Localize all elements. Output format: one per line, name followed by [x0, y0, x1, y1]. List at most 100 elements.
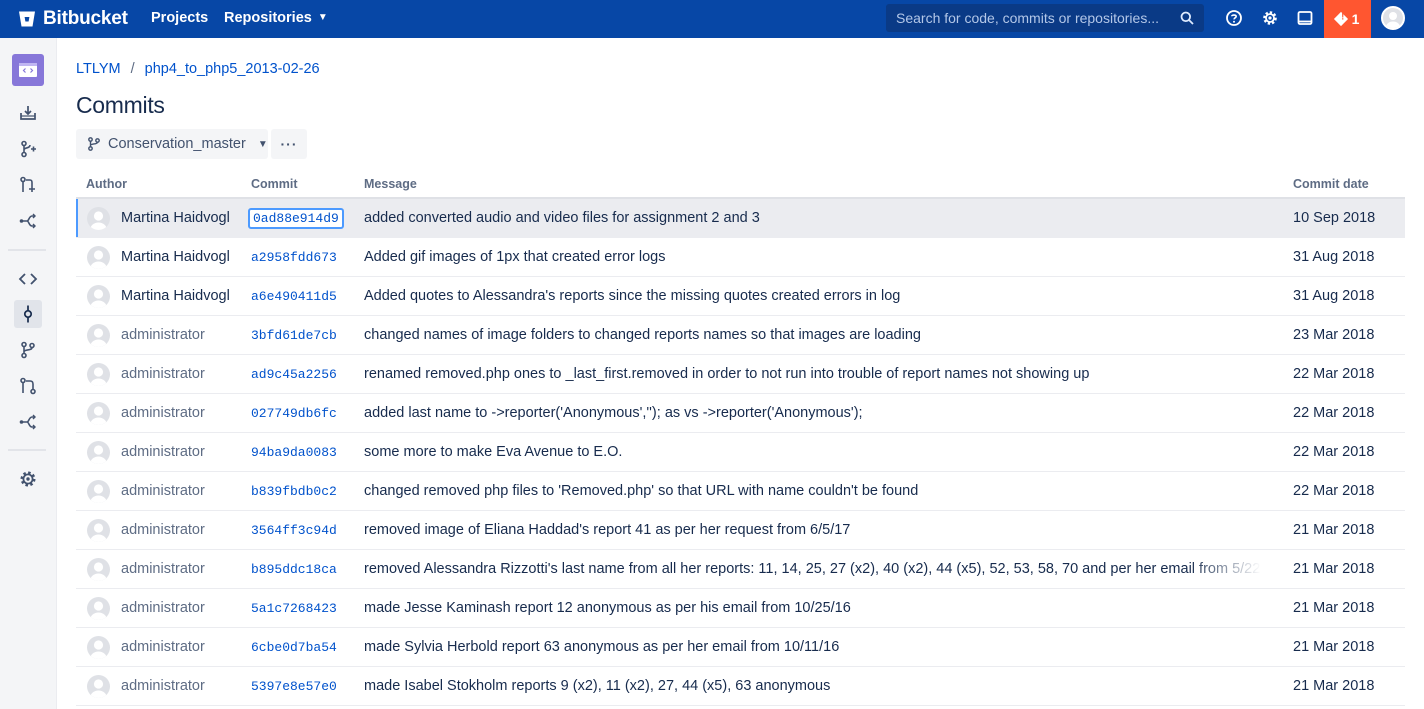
author-avatar	[87, 402, 110, 425]
search-icon	[1180, 11, 1194, 25]
branch-icon	[88, 137, 100, 151]
commit-hash-link[interactable]: a2958fdd673	[251, 250, 337, 265]
commit-date: 23 Mar 2018	[1293, 327, 1375, 343]
commit-message: added last name to ->reporter('Anonymous…	[364, 405, 863, 421]
commit-date: 21 Mar 2018	[1293, 522, 1375, 538]
commit-author: Martina Haidvogl	[121, 210, 230, 226]
commit-author: administrator	[121, 405, 205, 421]
commit-author: administrator	[121, 522, 205, 538]
commit-author: administrator	[121, 678, 205, 694]
repository-avatar[interactable]	[12, 54, 44, 86]
window-icon[interactable]	[1296, 9, 1314, 27]
table-row[interactable]: administrator ad9c45a2256 renamed removed.…	[76, 355, 1405, 394]
table-row[interactable]: Martina Haidvogl a2958fdd673 Added gif ima…	[76, 238, 1405, 277]
commit-hash-link[interactable]: 3bfd61de7cb	[251, 328, 337, 343]
bitbucket-logo[interactable]: Bitbucket	[18, 7, 128, 31]
brand-name: Bitbucket	[43, 8, 128, 29]
commit-hash-link[interactable]: a6e490411d5	[251, 289, 337, 304]
table-row[interactable]: administrator 3564ff3c94d removed image of…	[76, 511, 1405, 550]
commit-date: 31 Aug 2018	[1293, 288, 1375, 304]
page-title: Commits	[76, 92, 165, 118]
table-row[interactable]: administrator 5397e8e57e0 made Isabel Stok…	[76, 667, 1405, 706]
commit-message: renamed removed.php ones to _last_first.…	[364, 366, 1090, 382]
table-row[interactable]: administrator b839fbdb0c2 changed removed …	[76, 472, 1405, 511]
commit-hash-link[interactable]: 027749db6fc	[251, 406, 337, 421]
commit-date: 22 Mar 2018	[1293, 444, 1375, 460]
author-avatar	[87, 324, 110, 347]
repositories-label: Repositories	[224, 10, 312, 26]
commit-hash-link[interactable]: 0ad88e914d9	[248, 208, 344, 229]
breadcrumb-repository[interactable]: php4_to_php5_2013-02-26	[145, 61, 320, 77]
table-row[interactable]: administrator 027749db6fc added last name …	[76, 394, 1405, 433]
alert-icon	[1333, 11, 1348, 27]
more-actions-button[interactable]: ···	[271, 129, 307, 159]
avatar[interactable]	[1381, 6, 1405, 30]
bitbucket-icon	[19, 11, 35, 27]
commit-message: changed names of image folders to change…	[364, 327, 921, 343]
settings-icon[interactable]	[14, 465, 42, 493]
breadcrumb: LTLYM / php4_to_php5_2013-02-26	[76, 61, 320, 77]
commit-date: 21 Mar 2018	[1293, 561, 1375, 577]
commit-message: Added gif images of 1px that created err…	[364, 249, 666, 265]
column-header-commit: Commit	[251, 177, 298, 191]
commit-hash-link[interactable]: b895ddc18ca	[251, 562, 337, 577]
commit-hash-link[interactable]: 3564ff3c94d	[251, 523, 337, 538]
pull-requests-icon[interactable]	[14, 372, 42, 400]
search-input[interactable]: Search for code, commits or repositories…	[886, 4, 1204, 32]
repositories-menu[interactable]: Repositories ▼	[224, 10, 328, 26]
table-row[interactable]: administrator 94ba9da0083 some more to mak…	[76, 433, 1405, 472]
projects-link[interactable]: Projects	[151, 10, 208, 26]
fork-icon[interactable]	[14, 207, 42, 235]
table-header: Author Commit Message Commit date	[76, 176, 1405, 199]
author-avatar	[87, 480, 110, 503]
table-row[interactable]: Martina Haidvogl a6e490411d5 Added quotes …	[76, 277, 1405, 316]
commit-date: 21 Mar 2018	[1293, 600, 1375, 616]
branch-name: Conservation_master	[108, 136, 246, 152]
commit-author: Martina Haidvogl	[121, 288, 230, 304]
column-header-date: Commit date	[1293, 177, 1369, 191]
commit-message: removed image of Eliana Haddad's report …	[364, 522, 851, 538]
commit-message: made Isabel Stokholm reports 9 (x2), 11 …	[364, 678, 831, 694]
commit-date: 21 Mar 2018	[1293, 639, 1375, 655]
author-avatar	[87, 207, 110, 230]
commit-date: 10 Sep 2018	[1293, 210, 1376, 226]
table-row[interactable]: administrator b895ddc18ca removed Alessand…	[76, 550, 1405, 589]
alert-count: 1	[1351, 11, 1360, 27]
gear-icon[interactable]	[1261, 9, 1279, 27]
help-icon[interactable]	[1225, 9, 1243, 27]
author-avatar	[87, 441, 110, 464]
sidebar-divider	[8, 449, 46, 451]
branch-selector[interactable]: Conservation_master ▼	[76, 129, 268, 159]
commit-hash-link[interactable]: 94ba9da0083	[251, 445, 337, 460]
commit-hash-link[interactable]: 6cbe0d7ba54	[251, 640, 337, 655]
top-navigation: Bitbucket Projects Repositories ▼ Search …	[0, 0, 1424, 38]
branches-icon[interactable]	[14, 336, 42, 364]
commit-date: 21 Mar 2018	[1293, 678, 1375, 694]
commit-hash-link[interactable]: ad9c45a2256	[251, 367, 337, 382]
commit-message: changed removed php files to 'Removed.ph…	[364, 483, 919, 499]
chevron-down-icon: ▼	[317, 12, 328, 23]
clone-icon[interactable]	[14, 99, 42, 127]
table-row[interactable]: administrator 6cbe0d7ba54 made Sylvia Herb…	[76, 628, 1405, 667]
commit-hash-link[interactable]: 5397e8e57e0	[251, 679, 337, 694]
source-icon[interactable]	[14, 265, 42, 293]
commit-date: 22 Mar 2018	[1293, 366, 1375, 382]
breadcrumb-project[interactable]: LTLYM	[76, 61, 121, 77]
commit-hash-link[interactable]: 5a1c7268423	[251, 601, 337, 616]
table-row[interactable]: administrator 3bfd61de7cb changed names of…	[76, 316, 1405, 355]
sidebar	[0, 38, 57, 709]
create-branch-icon[interactable]	[14, 135, 42, 163]
forks-icon[interactable]	[14, 408, 42, 436]
table-row[interactable]: Martina Haidvogl 0ad88e914d9 added convert…	[76, 199, 1405, 238]
commit-date: 31 Aug 2018	[1293, 249, 1375, 265]
notification-button[interactable]: 1	[1324, 0, 1371, 38]
commit-hash-link[interactable]: b839fbdb0c2	[251, 484, 337, 499]
commits-icon[interactable]	[14, 300, 42, 328]
column-header-message: Message	[364, 177, 417, 191]
commit-message: removed Alessandra Rizzotti's last name …	[364, 561, 1261, 577]
create-pull-request-icon[interactable]	[14, 171, 42, 199]
commit-message: made Jesse Kaminash report 12 anonymous …	[364, 600, 851, 616]
author-avatar	[87, 675, 110, 698]
commit-author: administrator	[121, 327, 205, 343]
table-row[interactable]: administrator 5a1c7268423 made Jesse Kamin…	[76, 589, 1405, 628]
